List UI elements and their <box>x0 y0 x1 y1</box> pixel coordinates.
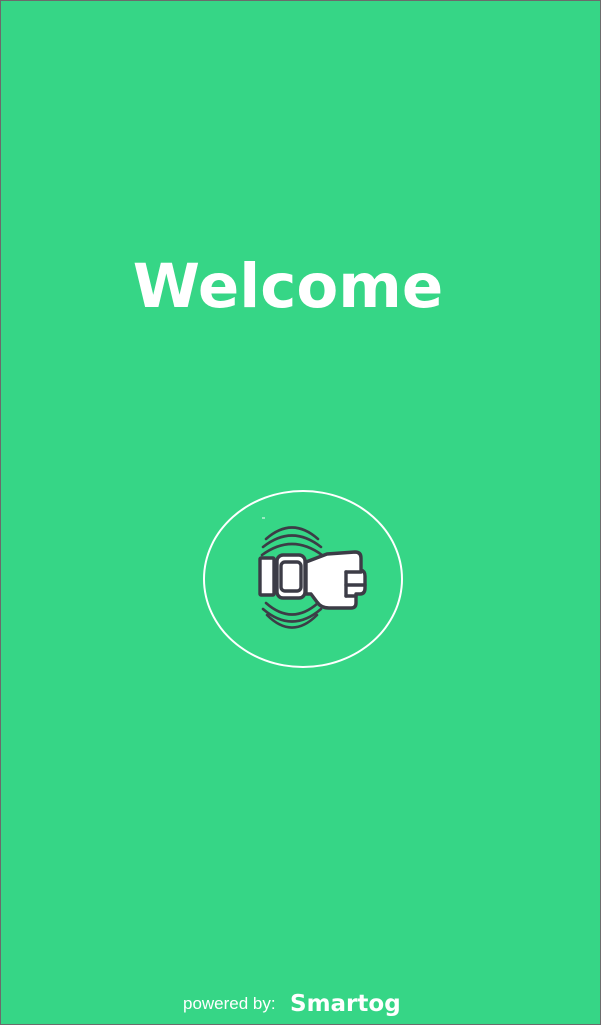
welcome-screen: Welcome powered by: Smartog <box>0 0 601 1025</box>
brand-name: Smartog <box>290 991 401 1017</box>
wrist-tap-button[interactable] <box>203 490 403 668</box>
powered-by-label: powered by: <box>183 994 276 1013</box>
footer: powered by: Smartog <box>1 989 600 1023</box>
smartog-logo: Smartog <box>290 989 401 1019</box>
wrist-tap-icon <box>258 517 367 629</box>
welcome-title: Welcome <box>132 251 444 322</box>
